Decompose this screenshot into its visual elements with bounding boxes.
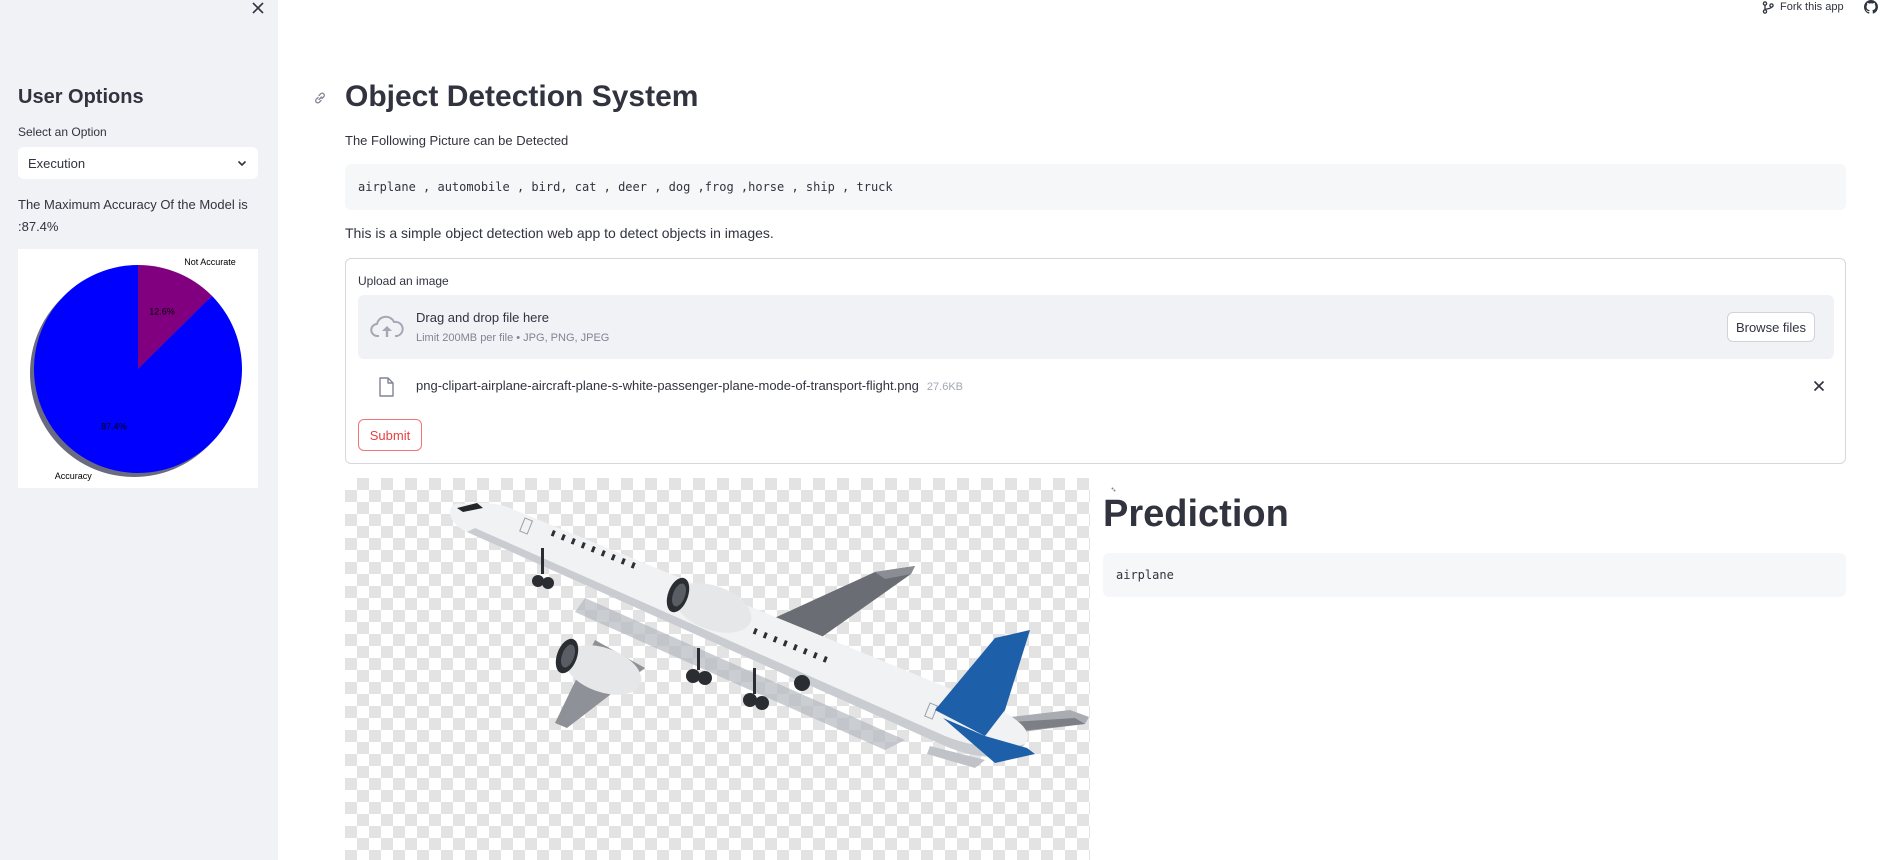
classes-list: airplane , automobile , bird, cat , deer… xyxy=(358,180,893,194)
dropzone-title: Drag and drop file here xyxy=(416,310,549,325)
pie-category-label: Accuracy xyxy=(55,471,93,481)
airplane-image xyxy=(449,502,1089,768)
option-select-value: Execution xyxy=(28,155,86,171)
upload-label: Upload an image xyxy=(358,274,449,288)
option-select[interactable]: Execution xyxy=(18,147,258,179)
fork-app-button[interactable]: Fork this app xyxy=(1762,0,1844,14)
remove-file-icon[interactable] xyxy=(1812,379,1826,393)
fork-label: Fork this app xyxy=(1780,1,1844,13)
file-icon xyxy=(379,377,394,397)
prediction-code-block: airplane xyxy=(1103,553,1846,597)
prediction-result: airplane xyxy=(1116,568,1174,582)
anchor-link-icon[interactable] xyxy=(312,90,328,106)
app-description: This is a simple object detection web ap… xyxy=(345,225,774,241)
pie-category-label: Not Accurate xyxy=(184,257,236,267)
upload-form: Upload an image Drag and drop file here … xyxy=(345,258,1846,464)
sidebar-title: User Options xyxy=(18,86,144,108)
uploaded-file-name-text: png-clipart-airplane-aircraft-plane-s-wh… xyxy=(416,378,919,393)
accuracy-text: The Maximum Accuracy Of the Model is :87… xyxy=(18,197,248,234)
uploaded-file-size: 27.6KB xyxy=(926,381,963,393)
uploaded-image xyxy=(345,478,1090,860)
accuracy-pie-chart: 12.6% Not Accurate 87.4% Accuracy xyxy=(18,249,258,488)
select-option-label: Select an Option xyxy=(18,125,107,139)
prediction-title: Prediction xyxy=(1103,493,1289,535)
fork-icon xyxy=(1762,0,1774,14)
pie-value-label: 87.4% xyxy=(101,422,127,432)
chevron-down-icon xyxy=(237,160,247,167)
file-dropzone[interactable]: Drag and drop file here Limit 200MB per … xyxy=(358,295,1834,359)
classes-code-block: airplane , automobile , bird, cat , deer… xyxy=(345,164,1846,210)
sidebar: User Options Select an Option Execution … xyxy=(0,0,278,860)
github-icon[interactable] xyxy=(1864,0,1878,14)
browse-files-button[interactable]: Browse files xyxy=(1727,312,1815,342)
pie-chart-svg: 12.6% Not Accurate 87.4% Accuracy xyxy=(30,257,242,481)
detectable-intro-text: The Following Picture can be Detected xyxy=(345,133,569,148)
pie-value-label: 12.6% xyxy=(149,306,175,316)
uploaded-file-name: png-clipart-airplane-aircraft-plane-s-wh… xyxy=(416,378,963,393)
cloud-upload-icon xyxy=(370,315,404,337)
close-sidebar-icon[interactable] xyxy=(250,0,266,16)
running-indicator-icon xyxy=(1111,487,1116,492)
submit-button[interactable]: Submit xyxy=(358,419,422,451)
dropzone-limit: Limit 200MB per file • JPG, PNG, JPEG xyxy=(416,332,610,344)
page-title: Object Detection System xyxy=(345,80,699,113)
